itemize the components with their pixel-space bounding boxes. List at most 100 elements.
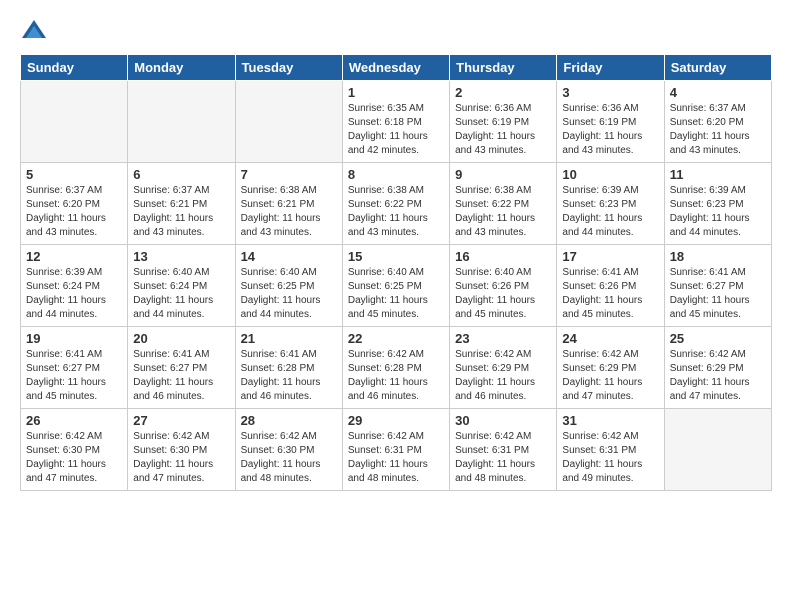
day-info: Sunrise: 6:42 AMSunset: 6:31 PMDaylight:… [348, 430, 444, 486]
day-cell: 26 Sunrise: 6:42 AMSunset: 6:30 PMDaylig… [21, 409, 128, 491]
day-info: Sunrise: 6:37 AMSunset: 6:21 PMDaylight:… [133, 184, 229, 240]
day-cell [21, 81, 128, 163]
day-number: 17 [562, 249, 658, 264]
day-number: 19 [26, 331, 122, 346]
day-cell: 7 Sunrise: 6:38 AMSunset: 6:21 PMDayligh… [235, 163, 342, 245]
day-info: Sunrise: 6:37 AMSunset: 6:20 PMDaylight:… [670, 102, 766, 158]
weekday-header-monday: Monday [128, 55, 235, 81]
day-cell: 25 Sunrise: 6:42 AMSunset: 6:29 PMDaylig… [664, 327, 771, 409]
day-cell: 14 Sunrise: 6:40 AMSunset: 6:25 PMDaylig… [235, 245, 342, 327]
calendar: SundayMondayTuesdayWednesdayThursdayFrid… [20, 54, 772, 491]
day-cell: 28 Sunrise: 6:42 AMSunset: 6:30 PMDaylig… [235, 409, 342, 491]
week-row-5: 26 Sunrise: 6:42 AMSunset: 6:30 PMDaylig… [21, 409, 772, 491]
day-cell: 6 Sunrise: 6:37 AMSunset: 6:21 PMDayligh… [128, 163, 235, 245]
day-cell: 9 Sunrise: 6:38 AMSunset: 6:22 PMDayligh… [450, 163, 557, 245]
day-cell: 13 Sunrise: 6:40 AMSunset: 6:24 PMDaylig… [128, 245, 235, 327]
day-number: 2 [455, 85, 551, 100]
day-cell: 22 Sunrise: 6:42 AMSunset: 6:28 PMDaylig… [342, 327, 449, 409]
day-number: 27 [133, 413, 229, 428]
day-cell: 31 Sunrise: 6:42 AMSunset: 6:31 PMDaylig… [557, 409, 664, 491]
day-number: 4 [670, 85, 766, 100]
day-number: 3 [562, 85, 658, 100]
day-info: Sunrise: 6:40 AMSunset: 6:25 PMDaylight:… [348, 266, 444, 322]
weekday-header-friday: Friday [557, 55, 664, 81]
day-cell [128, 81, 235, 163]
weekday-header-sunday: Sunday [21, 55, 128, 81]
day-cell: 17 Sunrise: 6:41 AMSunset: 6:26 PMDaylig… [557, 245, 664, 327]
day-cell [664, 409, 771, 491]
page: SundayMondayTuesdayWednesdayThursdayFrid… [0, 0, 792, 612]
day-info: Sunrise: 6:41 AMSunset: 6:26 PMDaylight:… [562, 266, 658, 322]
day-number: 13 [133, 249, 229, 264]
day-cell: 5 Sunrise: 6:37 AMSunset: 6:20 PMDayligh… [21, 163, 128, 245]
day-cell: 29 Sunrise: 6:42 AMSunset: 6:31 PMDaylig… [342, 409, 449, 491]
day-number: 24 [562, 331, 658, 346]
day-number: 18 [670, 249, 766, 264]
day-number: 23 [455, 331, 551, 346]
day-info: Sunrise: 6:42 AMSunset: 6:28 PMDaylight:… [348, 348, 444, 404]
day-info: Sunrise: 6:38 AMSunset: 6:22 PMDaylight:… [348, 184, 444, 240]
day-cell: 20 Sunrise: 6:41 AMSunset: 6:27 PMDaylig… [128, 327, 235, 409]
day-info: Sunrise: 6:42 AMSunset: 6:30 PMDaylight:… [133, 430, 229, 486]
day-number: 31 [562, 413, 658, 428]
day-info: Sunrise: 6:35 AMSunset: 6:18 PMDaylight:… [348, 102, 444, 158]
day-info: Sunrise: 6:42 AMSunset: 6:29 PMDaylight:… [562, 348, 658, 404]
day-info: Sunrise: 6:36 AMSunset: 6:19 PMDaylight:… [455, 102, 551, 158]
day-info: Sunrise: 6:37 AMSunset: 6:20 PMDaylight:… [26, 184, 122, 240]
day-cell: 16 Sunrise: 6:40 AMSunset: 6:26 PMDaylig… [450, 245, 557, 327]
day-number: 12 [26, 249, 122, 264]
day-number: 8 [348, 167, 444, 182]
day-number: 11 [670, 167, 766, 182]
weekday-header-tuesday: Tuesday [235, 55, 342, 81]
day-info: Sunrise: 6:42 AMSunset: 6:31 PMDaylight:… [455, 430, 551, 486]
logo [20, 16, 52, 44]
logo-icon [20, 16, 48, 44]
day-info: Sunrise: 6:38 AMSunset: 6:22 PMDaylight:… [455, 184, 551, 240]
day-number: 29 [348, 413, 444, 428]
weekday-header-thursday: Thursday [450, 55, 557, 81]
week-row-4: 19 Sunrise: 6:41 AMSunset: 6:27 PMDaylig… [21, 327, 772, 409]
day-info: Sunrise: 6:40 AMSunset: 6:24 PMDaylight:… [133, 266, 229, 322]
day-cell: 30 Sunrise: 6:42 AMSunset: 6:31 PMDaylig… [450, 409, 557, 491]
day-cell: 1 Sunrise: 6:35 AMSunset: 6:18 PMDayligh… [342, 81, 449, 163]
week-row-2: 5 Sunrise: 6:37 AMSunset: 6:20 PMDayligh… [21, 163, 772, 245]
day-info: Sunrise: 6:41 AMSunset: 6:28 PMDaylight:… [241, 348, 337, 404]
day-cell: 4 Sunrise: 6:37 AMSunset: 6:20 PMDayligh… [664, 81, 771, 163]
day-number: 28 [241, 413, 337, 428]
day-cell: 3 Sunrise: 6:36 AMSunset: 6:19 PMDayligh… [557, 81, 664, 163]
day-info: Sunrise: 6:42 AMSunset: 6:31 PMDaylight:… [562, 430, 658, 486]
day-cell: 18 Sunrise: 6:41 AMSunset: 6:27 PMDaylig… [664, 245, 771, 327]
day-cell: 2 Sunrise: 6:36 AMSunset: 6:19 PMDayligh… [450, 81, 557, 163]
weekday-header-saturday: Saturday [664, 55, 771, 81]
day-info: Sunrise: 6:39 AMSunset: 6:24 PMDaylight:… [26, 266, 122, 322]
weekday-header-wednesday: Wednesday [342, 55, 449, 81]
day-cell: 21 Sunrise: 6:41 AMSunset: 6:28 PMDaylig… [235, 327, 342, 409]
day-number: 21 [241, 331, 337, 346]
day-info: Sunrise: 6:39 AMSunset: 6:23 PMDaylight:… [562, 184, 658, 240]
day-number: 25 [670, 331, 766, 346]
day-cell: 12 Sunrise: 6:39 AMSunset: 6:24 PMDaylig… [21, 245, 128, 327]
day-number: 14 [241, 249, 337, 264]
day-cell [235, 81, 342, 163]
day-number: 15 [348, 249, 444, 264]
day-info: Sunrise: 6:38 AMSunset: 6:21 PMDaylight:… [241, 184, 337, 240]
day-cell: 8 Sunrise: 6:38 AMSunset: 6:22 PMDayligh… [342, 163, 449, 245]
day-info: Sunrise: 6:41 AMSunset: 6:27 PMDaylight:… [133, 348, 229, 404]
day-info: Sunrise: 6:40 AMSunset: 6:26 PMDaylight:… [455, 266, 551, 322]
day-number: 1 [348, 85, 444, 100]
week-row-1: 1 Sunrise: 6:35 AMSunset: 6:18 PMDayligh… [21, 81, 772, 163]
day-info: Sunrise: 6:42 AMSunset: 6:30 PMDaylight:… [26, 430, 122, 486]
day-info: Sunrise: 6:40 AMSunset: 6:25 PMDaylight:… [241, 266, 337, 322]
week-row-3: 12 Sunrise: 6:39 AMSunset: 6:24 PMDaylig… [21, 245, 772, 327]
day-cell: 19 Sunrise: 6:41 AMSunset: 6:27 PMDaylig… [21, 327, 128, 409]
day-info: Sunrise: 6:41 AMSunset: 6:27 PMDaylight:… [26, 348, 122, 404]
day-number: 20 [133, 331, 229, 346]
day-cell: 11 Sunrise: 6:39 AMSunset: 6:23 PMDaylig… [664, 163, 771, 245]
day-info: Sunrise: 6:36 AMSunset: 6:19 PMDaylight:… [562, 102, 658, 158]
day-info: Sunrise: 6:39 AMSunset: 6:23 PMDaylight:… [670, 184, 766, 240]
day-cell: 15 Sunrise: 6:40 AMSunset: 6:25 PMDaylig… [342, 245, 449, 327]
day-info: Sunrise: 6:42 AMSunset: 6:30 PMDaylight:… [241, 430, 337, 486]
day-cell: 23 Sunrise: 6:42 AMSunset: 6:29 PMDaylig… [450, 327, 557, 409]
day-info: Sunrise: 6:41 AMSunset: 6:27 PMDaylight:… [670, 266, 766, 322]
day-number: 7 [241, 167, 337, 182]
